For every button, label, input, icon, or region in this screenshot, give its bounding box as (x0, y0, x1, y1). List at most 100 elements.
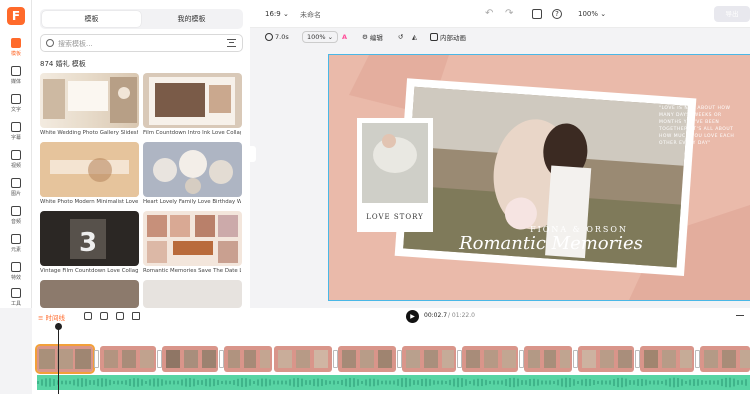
zoom-select[interactable]: 100% ⌄ (578, 10, 606, 18)
sidebar-item-tool[interactable]: 工具 (0, 283, 32, 311)
text-icon (11, 93, 21, 104)
undo-icon[interactable]: ↶ (485, 8, 493, 19)
filter-icon[interactable] (227, 39, 236, 47)
timeline-clip[interactable] (578, 346, 634, 372)
sidebar-item-label: 媒体 (10, 78, 21, 85)
timeline-toggle[interactable]: ≡ 时间线 (38, 312, 65, 322)
timeline-clip[interactable] (162, 346, 218, 372)
tab-templates[interactable]: 模板 (42, 11, 141, 27)
edit-button[interactable]: ⚙ 编辑 (362, 29, 383, 45)
audio-track[interactable] (37, 375, 750, 390)
timeline-clip[interactable] (462, 346, 518, 372)
sidebar-item-subtitle[interactable]: 字幕 (0, 117, 32, 145)
clip-thumbnails (104, 350, 154, 368)
duplicate-icon[interactable] (116, 312, 124, 320)
aspect-ratio-select[interactable]: 16:9 ⌄ (265, 10, 289, 18)
timeline-clip[interactable] (338, 346, 396, 372)
tab-my-templates[interactable]: 我的模板 (142, 11, 241, 27)
top-bar: 16:9 ⌄ 未命名 ↶ ↷ ? 100% ⌄ 导出 (250, 0, 750, 28)
timeline-clip[interactable] (100, 346, 156, 372)
template-thumb-6[interactable] (143, 211, 242, 266)
add-track-icon[interactable] (84, 312, 92, 320)
sidebar-item-label: 特效 (10, 274, 21, 281)
flip-icon[interactable]: ◭ (412, 29, 417, 45)
template-thumb-8[interactable] (143, 280, 242, 308)
sidebar-item-audio[interactable]: 音频 (0, 201, 32, 229)
clip-thumbnails (278, 350, 328, 368)
split-icon[interactable] (100, 312, 108, 320)
scale-select[interactable]: 100% ⌄ (302, 29, 339, 45)
clip-thumbnails (582, 350, 632, 368)
timeline-header: ≡ 时间线 ▶ 00:02.7 / 01:22.0 (32, 308, 750, 325)
love-story-label: LOVE STORY (366, 213, 424, 221)
timeline-clip[interactable] (700, 346, 750, 372)
screenshot-icon[interactable] (532, 9, 542, 19)
sidebar-item-media[interactable]: 媒体 (0, 61, 32, 89)
timeline-clip[interactable] (402, 346, 456, 372)
sidebar-item-image[interactable]: 图片 (0, 173, 32, 201)
clip-thumbnails (528, 350, 570, 368)
template-title: White Photo Modern Minimalist Love ... (40, 199, 138, 205)
clip-thumbnails (166, 350, 216, 368)
template-thumb-3[interactable] (40, 142, 139, 197)
template-search-input[interactable]: 搜索模板... (40, 34, 243, 52)
sidebar-item-label: 文字 (10, 106, 21, 113)
clip-thumbnails (644, 350, 692, 368)
panel-collapse-handle[interactable] (250, 146, 256, 162)
adjust-icon: ⚙ (362, 33, 368, 41)
canvas-toolbar: 7.0s 100% ⌄ A ⚙ 编辑 ↺ ◭ 内部动画 (258, 29, 488, 45)
inner-animation-button[interactable]: 内部动画 (430, 29, 466, 45)
sidebar-item-label: 音频 (10, 218, 21, 225)
timeline-clip[interactable] (274, 346, 332, 372)
clip-thumbnails (39, 349, 91, 369)
template-thumb-4[interactable] (143, 142, 242, 197)
sidebar-item-text[interactable]: 文字 (0, 89, 32, 117)
duration-control[interactable]: 7.0s (265, 29, 289, 45)
transition-marker[interactable] (94, 350, 99, 368)
sidebar-item-label: 字幕 (10, 134, 21, 141)
help-icon[interactable]: ? (552, 9, 562, 19)
video-canvas[interactable]: LOVE STORY FIONA & ORSON Romantic Memori… (328, 54, 750, 301)
sidebar-item-label: 工具 (10, 300, 21, 307)
ai-icon[interactable]: A (342, 29, 347, 45)
zoom-value: 100% (578, 10, 599, 18)
template-thumb-1[interactable] (40, 73, 139, 128)
template-title: Vintage Film Countdown Love Collag... (40, 268, 138, 274)
search-icon (46, 39, 54, 47)
template-thumb-5[interactable]: 3 (40, 211, 139, 266)
project-name[interactable]: 未命名 (300, 10, 321, 20)
playhead[interactable] (55, 323, 62, 394)
export-button[interactable]: 导出 (714, 6, 750, 22)
timeline-clip[interactable] (524, 346, 572, 372)
sidebar-item-label: 元素 (10, 246, 21, 253)
rotate-icon[interactable]: ↺ (398, 29, 403, 45)
template-thumb-7[interactable] (40, 280, 139, 308)
templates-panel: 模板 我的模板 搜索模板... 874 婚礼 模板 White Wedding … (32, 0, 250, 308)
sidebar-item-label: 模板 (10, 50, 21, 57)
template-title: Film Countdown Intro Ink Love Collag... (143, 130, 241, 136)
sidebar-item-video[interactable]: 视频 (0, 145, 32, 173)
play-button[interactable]: ▶ (406, 310, 419, 323)
love-quote: "LOVE IS NOT ABOUT HOW MANY DAYS, WEEKS … (659, 106, 735, 146)
chevron-down-icon: ⌄ (600, 10, 607, 18)
animation-icon (430, 33, 438, 41)
template-thumb-1-art (43, 77, 137, 123)
sidebar-item-effect[interactable]: 特效 (0, 257, 32, 285)
svg-text:3: 3 (79, 228, 97, 258)
timeline-clip[interactable] (35, 344, 95, 374)
clock-icon (265, 33, 273, 41)
current-time: 00:02.7 (424, 312, 448, 319)
zoom-out-icon[interactable] (736, 315, 744, 317)
template-thumb-2-art (149, 77, 235, 125)
tool-icon (11, 287, 21, 298)
sidebar-item-element[interactable]: 元素 (0, 229, 32, 257)
timeline-clip[interactable] (224, 346, 272, 372)
template-icon (11, 37, 21, 48)
sidebar-item-templates[interactable]: 模板 (0, 33, 32, 61)
delete-icon[interactable] (132, 312, 140, 320)
effect-icon (11, 261, 21, 272)
redo-icon[interactable]: ↷ (505, 8, 513, 19)
template-thumb-2[interactable] (143, 73, 242, 128)
audio-icon (11, 205, 21, 216)
timeline-clip[interactable] (640, 346, 694, 372)
